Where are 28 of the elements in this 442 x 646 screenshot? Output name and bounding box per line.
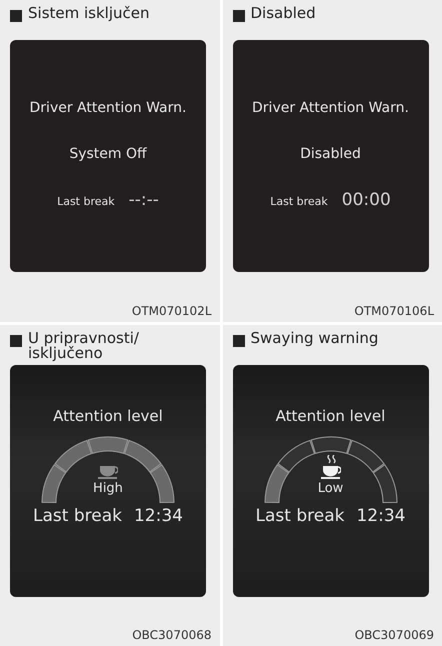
- screen-title: Driver Attention Warn.: [252, 100, 409, 116]
- figure-code: OBC3070068: [131, 628, 212, 642]
- screen-title: Attention level: [276, 406, 386, 424]
- last-break-label: Last break: [256, 506, 344, 526]
- break-time: 12:34: [356, 506, 406, 526]
- caption: Sistem isključen: [28, 6, 150, 21]
- bullet-square-icon: [232, 334, 244, 346]
- status-text: System Off: [69, 146, 147, 162]
- screen-title: Attention level: [53, 406, 163, 424]
- bullet-square-icon: [10, 334, 22, 346]
- last-break-label: Last break: [270, 195, 328, 208]
- break-time: --:--: [128, 190, 159, 210]
- figure-code: OBC3070069: [354, 628, 435, 642]
- break-time: 00:00: [342, 190, 391, 210]
- level-text: Low: [318, 480, 344, 496]
- screen-title: Driver Attention Warn.: [30, 100, 186, 116]
- caption: Swaying warning: [250, 330, 380, 346]
- bullet-square-icon: [10, 10, 22, 22]
- caption: Disabled: [250, 6, 317, 21]
- status-text: Disabled: [300, 146, 361, 162]
- break-time: 12:34: [134, 506, 183, 526]
- last-break-label: Last break: [57, 195, 115, 208]
- figure-code: OTM070106L: [353, 304, 435, 318]
- figure-code: OTM070102L: [130, 304, 212, 318]
- level-text: High: [93, 480, 123, 496]
- caption: U pripravnosti/ isključeno: [28, 330, 140, 360]
- last-break-label: Last break: [33, 506, 122, 526]
- bullet-square-icon: [232, 10, 244, 22]
